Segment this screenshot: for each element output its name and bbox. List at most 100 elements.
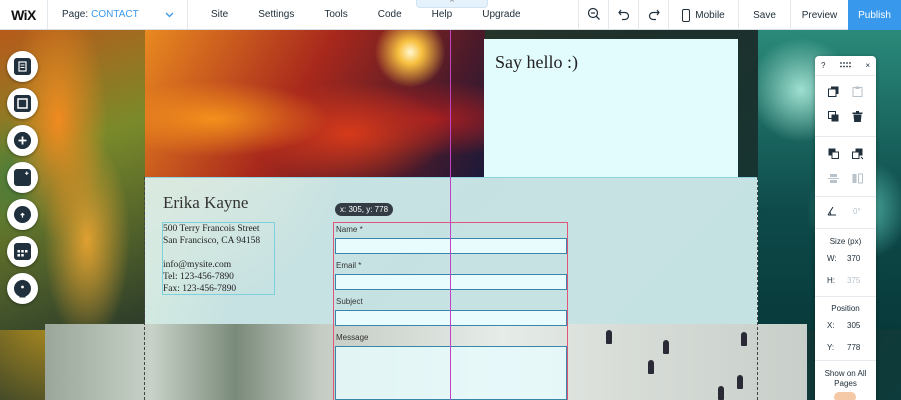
panel-divider <box>815 228 876 229</box>
y-input[interactable]: 778 <box>847 343 860 352</box>
width-input[interactable]: 370 <box>847 254 860 263</box>
height-input[interactable]: 375 <box>847 276 860 285</box>
phone-icon <box>682 8 691 22</box>
menu-settings[interactable]: Settings <box>258 9 294 20</box>
paste-icon[interactable] <box>852 86 863 100</box>
panel-divider <box>815 136 876 137</box>
photo-person <box>606 330 612 344</box>
photo-person <box>718 386 724 400</box>
align-center-icon[interactable] <box>828 173 839 187</box>
menu-upgrade[interactable]: Upgrade <box>482 9 520 20</box>
page-selector-value: CONTACT <box>91 9 139 20</box>
upload-button[interactable] <box>7 199 38 230</box>
pages-button[interactable] <box>7 51 38 82</box>
x-label: X: <box>827 321 835 330</box>
address-line: info@mysite.com <box>163 260 232 270</box>
menu-code[interactable]: Code <box>378 9 402 20</box>
panel-divider <box>815 296 876 297</box>
page-gridline-right <box>757 177 758 400</box>
name-input[interactable] <box>335 238 567 254</box>
duplicate-icon[interactable] <box>828 111 839 125</box>
position-section-title: Position <box>831 304 860 313</box>
x-input[interactable]: 305 <box>847 321 860 330</box>
position-coordinates-badge: x: 305, y: 778 <box>335 203 394 216</box>
size-section-title: Size (px) <box>829 237 862 246</box>
page-selector-label: Page: <box>62 9 89 20</box>
mobile-label: Mobile <box>695 9 725 21</box>
app-market-button[interactable] <box>7 162 38 193</box>
panel-divider <box>815 196 876 197</box>
width-label: W: <box>827 254 837 263</box>
y-label: Y: <box>827 343 835 352</box>
arrange-forward-icon[interactable] <box>828 148 839 162</box>
photo-person <box>737 375 743 389</box>
distribute-icon[interactable] <box>852 173 863 187</box>
rotate-value[interactable]: 0° <box>853 207 861 216</box>
arrange-backward-icon[interactable] <box>852 148 864 163</box>
address-line: Tel: 123-456-7890 <box>163 272 234 282</box>
zoom-out-icon <box>587 7 601 24</box>
app-market-icon <box>14 169 31 186</box>
contact-name-title[interactable]: Erika Kayne <box>163 193 248 213</box>
help-icon[interactable]: ? <box>821 61 825 70</box>
editor-canvas[interactable]: Say hello :) Erika Kayne 500 Terry Franc… <box>0 30 901 400</box>
undo-icon <box>617 7 631 24</box>
address-line: Fax: 123-456-7890 <box>163 284 237 294</box>
address-line: 500 Terry Francois Street <box>163 224 260 234</box>
top-bar-right-tools: Mobile Save Preview Publish <box>578 0 901 30</box>
subject-input[interactable] <box>335 310 567 326</box>
upload-cloud-icon <box>14 206 31 223</box>
preview-button[interactable]: Preview <box>790 0 848 30</box>
bookings-button[interactable] <box>7 236 38 267</box>
address-line <box>163 247 260 259</box>
gfpp-properties-panel: ? × 0° Size (px) W: 370 H: 375 Position … <box>815 56 876 400</box>
snap-guide-vertical <box>450 30 451 400</box>
mobile-view-button[interactable]: Mobile <box>668 0 738 30</box>
section-divider <box>145 177 758 178</box>
undo-button[interactable] <box>608 0 638 30</box>
delete-icon[interactable] <box>852 111 863 125</box>
page-gridline-left <box>144 177 145 400</box>
say-hello-title[interactable]: Say hello :) <box>495 52 578 73</box>
chevron-down-icon <box>164 9 175 23</box>
show-on-all-pages-toggle[interactable] <box>834 392 856 400</box>
redo-icon <box>647 7 661 24</box>
drag-handle-icon[interactable] <box>839 61 851 70</box>
calendar-icon <box>14 243 31 260</box>
subject-field-label: Subject <box>336 297 363 306</box>
copy-icon[interactable] <box>828 86 839 100</box>
publish-button[interactable]: Publish <box>848 0 901 30</box>
wix-logo[interactable]: WiX <box>0 0 48 29</box>
show-on-all-pages-label: Show on All Pages <box>824 369 867 388</box>
height-label: H: <box>827 276 835 285</box>
redo-button[interactable] <box>638 0 668 30</box>
page-selector[interactable]: Page: CONTACT <box>48 0 188 29</box>
panel-header: ? × <box>815 56 876 76</box>
panel-divider <box>815 360 876 361</box>
add-button[interactable] <box>7 125 38 156</box>
photo-person <box>648 360 654 374</box>
pages-icon <box>14 58 31 75</box>
editor-top-bar: WiX Page: CONTACT Site Settings Tools Co… <box>0 0 901 30</box>
blog-button[interactable] <box>7 273 38 304</box>
photo-person <box>663 340 669 354</box>
menu-tools[interactable]: Tools <box>324 9 347 20</box>
menu-site[interactable]: Site <box>211 9 228 20</box>
email-input[interactable] <box>335 274 567 290</box>
address-text-block[interactable]: 500 Terry Francois Street San Francisco,… <box>163 223 260 295</box>
background-button[interactable] <box>7 88 38 119</box>
message-textarea[interactable] <box>335 346 567 400</box>
zoom-out-button[interactable] <box>578 0 608 30</box>
email-field-label: Email * <box>336 261 362 270</box>
menu-help[interactable]: Help <box>432 9 453 20</box>
collapse-topbar-tab[interactable]: ^ <box>416 0 488 8</box>
close-icon[interactable]: × <box>865 61 870 70</box>
background-icon <box>14 95 31 112</box>
rotate-angle-icon <box>827 206 837 219</box>
hero-artwork-image[interactable] <box>145 30 485 178</box>
save-button[interactable]: Save <box>738 0 790 30</box>
address-line: San Francisco, CA 94158 <box>163 236 261 246</box>
photo-person <box>741 332 747 346</box>
name-field-label: Name * <box>336 225 363 234</box>
pen-nib-icon <box>14 279 31 298</box>
